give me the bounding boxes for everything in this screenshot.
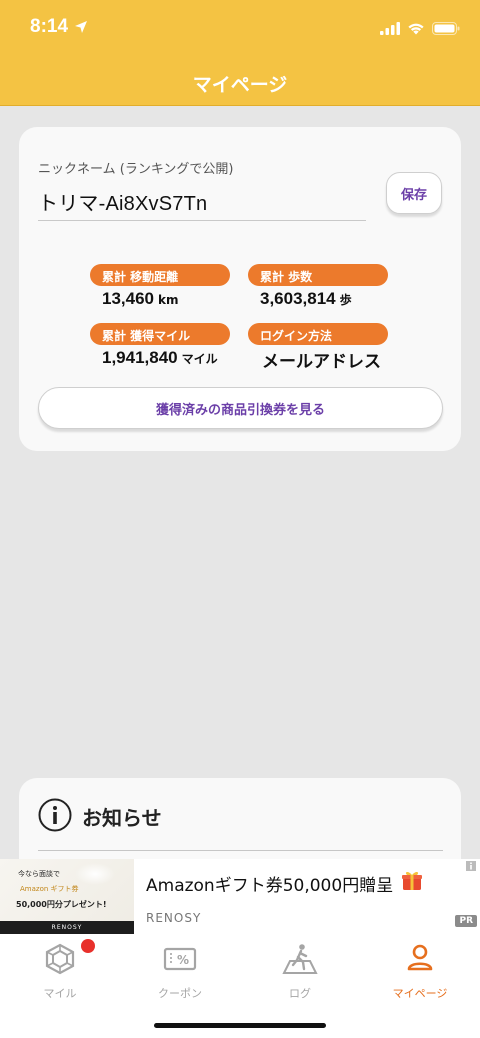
app-header: 8:14 マイページ: [0, 0, 480, 106]
ad-thumb-text-3: 50,000円分プレゼント!: [16, 900, 107, 909]
save-button[interactable]: 保存: [386, 172, 442, 214]
hexagon-gem-icon: [45, 943, 75, 975]
stat-value-steps: 3,603,814 歩: [260, 289, 352, 308]
stat-label-distance: 累計 移動距離: [90, 264, 230, 286]
page-title: マイページ: [192, 74, 288, 96]
cellular-signal-icon: [380, 21, 400, 35]
ad-title[interactable]: Amazonギフト券50,000円贈呈: [146, 871, 393, 896]
home-indicator[interactable]: [154, 1023, 326, 1028]
ad-thumb-text-1: 今なら面談で: [18, 870, 60, 878]
gift-icon: [402, 871, 422, 890]
status-time: 8:14: [30, 16, 69, 37]
stat-label-miles: 累計 獲得マイル: [90, 323, 230, 345]
tab-label-miles: マイル: [43, 987, 77, 1000]
svg-text:%: %: [177, 953, 189, 967]
tab-mypage[interactable]: マイページ: [360, 934, 480, 1004]
stat-label-login-method: ログイン方法: [248, 323, 388, 345]
nickname-underline: [38, 220, 366, 221]
ad-thumb-brand: RENOSY: [0, 921, 134, 934]
ad-thumb-light: [75, 863, 115, 885]
ad-banner[interactable]: 今なら面談で Amazon ギフト券 50,000円分プレゼント! RENOSY…: [0, 859, 480, 934]
wifi-icon: [408, 23, 424, 34]
person-icon: [407, 944, 433, 971]
nickname-label: ニックネーム (ランキングで公開): [38, 162, 234, 177]
tab-label-coupons: クーポン: [158, 987, 202, 1000]
ad-sponsor: RENOSY: [146, 911, 202, 925]
tab-label-mypage: マイページ: [392, 987, 448, 1000]
tab-label-log: ログ: [289, 987, 311, 1000]
battery-icon: [432, 21, 460, 35]
stat-value-miles: 1,941,840 マイル: [102, 348, 218, 367]
tab-coupons[interactable]: % クーポン: [120, 934, 240, 1004]
notification-badge: [81, 939, 95, 953]
status-indicators: [380, 20, 460, 36]
ad-pr-badge: PR: [455, 915, 477, 927]
ad-thumb-text-2: Amazon ギフト券: [20, 885, 79, 893]
status-bar: 8:14: [0, 0, 480, 56]
coupon-icon: %: [163, 947, 197, 971]
stat-label-steps: 累計 歩数: [248, 264, 388, 286]
tab-miles[interactable]: マイル: [0, 934, 120, 1004]
ad-thumbnail[interactable]: 今なら面談で Amazon ギフト券 50,000円分プレゼント! RENOSY: [0, 859, 134, 934]
nickname-field[interactable]: トリマ-Ai8XvS7Tn: [38, 187, 207, 216]
stat-value-distance: 13,460 km: [102, 289, 179, 308]
news-divider: [38, 850, 443, 851]
info-icon: [38, 798, 72, 832]
profile-card: ニックネーム (ランキングで公開) トリマ-Ai8XvS7Tn 保存 累計 移動…: [19, 127, 461, 451]
location-arrow-icon: [75, 21, 87, 33]
news-title: お知らせ: [82, 806, 162, 830]
tab-bar: マイル % クーポン ログ マイページ: [0, 934, 480, 1038]
view-coupons-button[interactable]: 獲得済みの商品引換券を見る: [38, 387, 443, 429]
ad-choices-icon[interactable]: [466, 861, 476, 871]
stat-value-login-method: メールアドレス: [262, 352, 381, 372]
tab-log[interactable]: ログ: [240, 934, 360, 1004]
walking-person-icon: [282, 944, 318, 974]
